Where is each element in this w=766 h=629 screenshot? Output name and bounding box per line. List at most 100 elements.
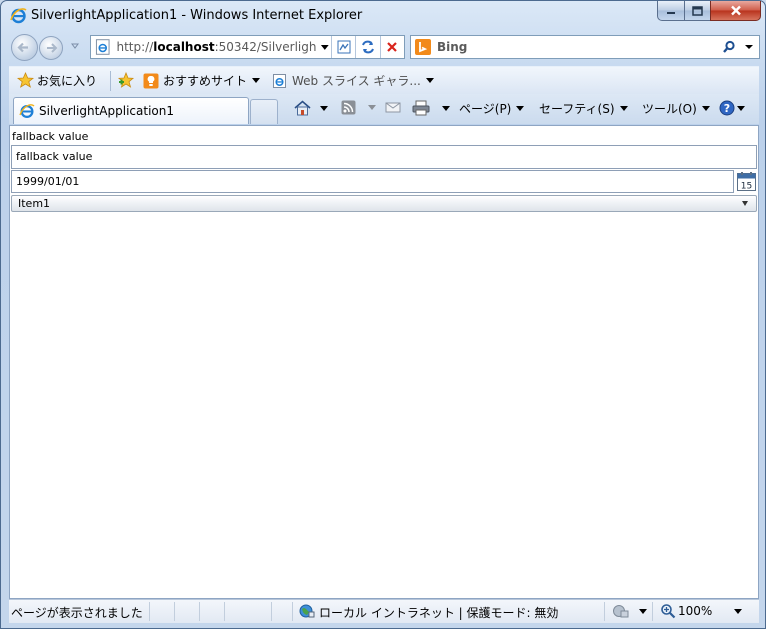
- privacy-protection-button[interactable]: [612, 603, 647, 619]
- tools-menu[interactable]: ツール(O): [642, 100, 710, 117]
- back-button[interactable]: [11, 34, 38, 61]
- printer-icon: [412, 100, 430, 116]
- address-dropdown-icon[interactable]: [318, 40, 332, 54]
- status-text: ページが表示されました: [11, 606, 143, 620]
- calendar-day-number: 15: [741, 182, 752, 192]
- web-slice-ie-icon: [273, 73, 286, 88]
- search-button[interactable]: [719, 37, 739, 57]
- maximize-icon: [692, 5, 703, 16]
- minimize-button[interactable]: [657, 1, 684, 21]
- forward-arrow-icon: [47, 43, 58, 53]
- chevron-down-icon: [252, 78, 261, 83]
- favorites-star-icon: [17, 72, 34, 88]
- chevron-down-icon: [742, 201, 748, 206]
- caption-buttons: [657, 1, 761, 21]
- feeds-button[interactable]: [341, 100, 376, 115]
- read-mail-button[interactable]: [385, 100, 401, 114]
- address-path: :50342/Silverlight: [214, 40, 316, 54]
- date-picker: 1999/01/01 15: [11, 170, 757, 193]
- mail-icon: [385, 102, 401, 113]
- status-separator: [271, 602, 272, 621]
- search-options-dropdown[interactable]: [739, 37, 759, 57]
- chevron-down-icon: [442, 105, 450, 111]
- compatibility-view-icon: [337, 40, 351, 54]
- address-input[interactable]: http://localhost:50342/Silverlight: [116, 40, 315, 54]
- tab-row: SilverlightApplication1 ページ(P) セーフティ(S) …: [9, 94, 759, 124]
- page-ie-icon: [95, 39, 110, 55]
- title-bar[interactable]: SilverlightApplication1 - Windows Intern…: [1, 1, 766, 31]
- safety-menu[interactable]: セーフティ(S): [539, 100, 628, 117]
- close-button[interactable]: [710, 1, 761, 21]
- chevron-down-icon: [701, 106, 710, 111]
- chevron-down-icon: [619, 106, 628, 111]
- intranet-zone-globe-icon: [299, 604, 315, 618]
- refresh-button[interactable]: [356, 36, 379, 58]
- suggested-sites-label: おすすめサイト: [163, 74, 248, 88]
- home-button[interactable]: [294, 100, 328, 116]
- chevron-down-icon: [516, 106, 525, 111]
- minimize-icon: [667, 11, 675, 14]
- favorites-button[interactable]: お気に入り: [17, 72, 97, 89]
- status-separator: [199, 602, 200, 621]
- address-bar[interactable]: http://localhost:50342/Silverlight: [90, 35, 405, 59]
- zoom-control[interactable]: 100%: [660, 603, 743, 619]
- favorites-label: お気に入り: [37, 74, 98, 88]
- status-bar: ページが表示されました ローカル イントラネット | 保護モード: 無効 100…: [9, 599, 759, 623]
- back-arrow-icon: [17, 42, 28, 53]
- fallback-label: fallback value: [12, 130, 89, 143]
- new-tab-button[interactable]: [250, 99, 278, 124]
- favorites-bar: お気に入り おすすめサイト Web スライス ギャラ...: [9, 66, 759, 94]
- rss-feed-icon: [341, 100, 356, 115]
- date-input[interactable]: 1999/01/01: [11, 170, 734, 193]
- zoom-level: 100%: [678, 604, 713, 618]
- status-separator: [652, 602, 653, 621]
- window-title: SilverlightApplication1 - Windows Intern…: [31, 8, 363, 23]
- recent-pages-dropdown-icon[interactable]: [70, 41, 80, 51]
- security-zone-text[interactable]: ローカル イントラネット | 保護モード: 無効: [319, 604, 558, 621]
- home-icon: [294, 100, 311, 116]
- fallback-textbox[interactable]: fallback value: [11, 145, 757, 169]
- browser-window: SilverlightApplication1 - Windows Intern…: [0, 0, 766, 629]
- chevron-down-icon: [425, 78, 434, 83]
- refresh-icon: [362, 40, 375, 54]
- forward-button[interactable]: [39, 36, 63, 60]
- item-combobox[interactable]: Item1: [11, 195, 757, 212]
- print-button[interactable]: [412, 100, 450, 116]
- web-slice-label: Web スライス ギャラ...: [292, 74, 421, 88]
- search-box[interactable]: Bing: [410, 35, 760, 59]
- compatibility-view-button[interactable]: [332, 36, 355, 58]
- safety-menu-label: セーフティ(S): [539, 102, 615, 116]
- close-icon: [730, 5, 741, 16]
- calendar-button[interactable]: 15: [736, 171, 757, 192]
- page-content: fallback value fallback value 1999/01/01…: [9, 125, 759, 599]
- stop-x-icon: [387, 42, 398, 52]
- help-button[interactable]: ?: [719, 100, 745, 116]
- address-prefix: http://: [116, 40, 154, 54]
- suggested-sites-icon: [143, 73, 159, 88]
- web-slice-gallery-link[interactable]: Web スライス ギャラ...: [272, 72, 434, 89]
- status-separator: [292, 602, 293, 621]
- maximize-button[interactable]: [684, 1, 710, 21]
- chevron-down-icon: [320, 105, 328, 111]
- status-separator: [174, 602, 175, 621]
- add-to-favorites-bar-button[interactable]: [117, 72, 135, 89]
- pop-up-blocked-icon: [613, 605, 629, 618]
- combobox-selected-value: Item1: [18, 197, 51, 210]
- page-menu[interactable]: ページ(P): [459, 100, 525, 117]
- page-menu-label: ページ(P): [459, 102, 512, 116]
- status-separator: [224, 602, 225, 621]
- suggested-sites-link[interactable]: おすすめサイト: [143, 72, 261, 89]
- stop-button[interactable]: [381, 36, 404, 58]
- chevron-down-icon: [737, 105, 745, 111]
- chevron-down-icon: [639, 608, 647, 614]
- chevron-down-icon: [745, 45, 753, 49]
- tab-ie-icon: [19, 104, 35, 119]
- tab-silverlight-application[interactable]: SilverlightApplication1: [13, 97, 249, 124]
- favorites-separator: [110, 71, 111, 91]
- tab-label: SilverlightApplication1: [39, 104, 174, 118]
- ie-logo-icon: [10, 8, 27, 24]
- help-icon: ?: [719, 100, 735, 116]
- address-host: localhost: [153, 40, 215, 54]
- search-magnifier-icon: [723, 40, 735, 53]
- search-input[interactable]: Bing: [437, 40, 719, 54]
